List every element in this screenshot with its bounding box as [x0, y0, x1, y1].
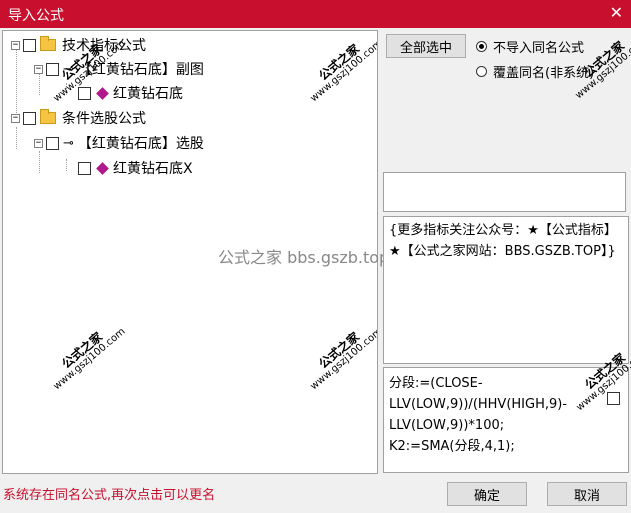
watermark: 公式之家 www.gszj100.com: [308, 38, 378, 105]
tree-node[interactable]: − 条件选股公式: [11, 107, 146, 129]
select-all-button[interactable]: 全部选中: [386, 34, 466, 58]
tree-node-label: 条件选股公式: [62, 111, 146, 127]
tree-node-label: 红黄钻石底: [113, 86, 183, 102]
center-watermark: 公式之家 bbs.gszb.top: [218, 248, 390, 267]
tree-node-label: 红黄钻石底X: [113, 158, 193, 178]
tree-node[interactable]: − ⊸ 【红黄钻石底】选股: [34, 132, 204, 154]
key-icon: ⊸: [63, 135, 74, 151]
name-panel[interactable]: [383, 172, 626, 212]
watermark: 公式之家 www.gszj100.com: [308, 326, 378, 393]
collapse-icon[interactable]: −: [11, 113, 20, 123]
tree-connector: [16, 127, 17, 149]
status-text: 系统存在同名公式,再次点击可以更名: [3, 488, 216, 503]
tree-connector: [39, 151, 40, 173]
tree-node-label: 【红黄钻石底】选股: [77, 136, 204, 152]
collapse-icon[interactable]: −: [34, 138, 43, 148]
radio-off-icon[interactable]: [476, 66, 487, 77]
collapse-icon[interactable]: −: [11, 40, 20, 50]
tree-connector: [66, 159, 67, 171]
window-title: 导入公式: [8, 8, 64, 24]
diamond-icon: [96, 86, 109, 100]
cancel-button[interactable]: 取消: [547, 482, 627, 506]
checkbox[interactable]: [46, 136, 59, 150]
no-import-option[interactable]: 不导入同名公式: [476, 37, 584, 56]
formula-panel[interactable]: 分段:=(CLOSE-LLV(LOW,9))/(HHV(HIGH,9)-LLV(…: [383, 347, 631, 473]
checkbox[interactable]: [78, 86, 91, 100]
checkbox[interactable]: [78, 161, 91, 175]
collapse-icon[interactable]: −: [34, 64, 43, 74]
radio-on-icon[interactable]: [476, 41, 487, 52]
checkbox[interactable]: [23, 38, 36, 52]
folder-icon: [40, 109, 56, 124]
folder-icon: [40, 36, 56, 51]
tree-node[interactable]: 红黄钻石底: [78, 82, 183, 104]
tree-node[interactable]: 红黄钻石底X: [78, 157, 193, 179]
close-icon[interactable]: ✕: [610, 3, 623, 22]
info-panel[interactable]: {更多指标关注公众号：★【公式指标】★【公式之家网站：BBS.GSZB.TOP】…: [383, 216, 629, 364]
watermark: 公式之家 www.gszj100.com: [51, 326, 128, 393]
no-import-label: 不导入同名公式: [493, 41, 585, 56]
title-bar: 导入公式 ✕: [0, 0, 631, 28]
checkbox[interactable]: [23, 111, 36, 125]
checkbox[interactable]: [607, 392, 620, 405]
ok-button[interactable]: 确定: [447, 482, 527, 506]
checkbox[interactable]: [46, 62, 59, 76]
formula-text: 分段:=(CLOSE-LLV(LOW,9))/(HHV(HIGH,9)-LLV(…: [389, 376, 568, 454]
info-text: {更多指标关注公众号：★【公式指标】★【公式之家网站：BBS.GSZB.TOP】…: [389, 223, 617, 259]
diamond-icon: [96, 161, 109, 175]
